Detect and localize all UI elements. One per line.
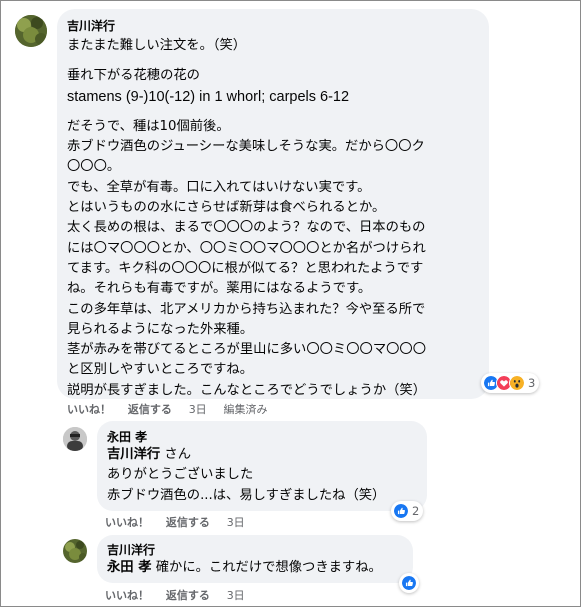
- reply-actions: いいね！ 返信する 3日: [105, 514, 258, 530]
- like-reaction-icon: [401, 575, 417, 591]
- reaction-summary[interactable]: 3: [481, 373, 540, 393]
- comment-text-line: 茎が赤みを帯びてるところが里山に多い〇〇ミ〇〇マ〇〇〇: [67, 342, 427, 358]
- comment-text-line: またまた難しい注文を。（笑）: [67, 38, 247, 53]
- mention-link[interactable]: 吉川洋行: [107, 447, 160, 462]
- comment-thread: 吉川洋行 またまた難しい注文を。（笑） 垂れ下がる花穂の花の stamens (…: [0, 0, 581, 607]
- comment-text-line: stamens (9-)10(-12) in 1 whorl; carpels …: [67, 88, 350, 105]
- avatar-image: [63, 539, 87, 563]
- reply-link[interactable]: 返信する: [166, 589, 210, 602]
- comment-text-line: と区別しやすいところですね。: [67, 362, 254, 378]
- timestamp[interactable]: 3日: [227, 516, 245, 529]
- reply-author[interactable]: 吉川洋行: [107, 542, 403, 558]
- like-link[interactable]: いいね！: [105, 516, 149, 529]
- reply-link[interactable]: 返信する: [128, 403, 172, 416]
- timestamp[interactable]: 3日: [227, 589, 245, 602]
- edited-label: 編集済み: [223, 403, 268, 416]
- reply-bubble: 永田 孝 吉川洋行 さん ありがとうございました 赤ブドウ酒色の...は、易しす…: [97, 421, 427, 511]
- avatar[interactable]: [63, 427, 87, 451]
- reply-bubble: 吉川洋行 永田 孝 確かに。これだけで想像つきますね。: [97, 535, 413, 583]
- mention-suffix: さん: [160, 447, 192, 462]
- reply-text-line: 永田 孝 確かに。これだけで想像つきますね。: [107, 558, 403, 578]
- comment-text-line: には〇マ〇〇〇とか、〇〇ミ〇〇マ〇〇〇とか名がつけられ: [67, 240, 426, 256]
- comment-author[interactable]: 吉川洋行: [67, 18, 477, 34]
- reaction-summary[interactable]: 2: [391, 501, 424, 521]
- comment-text-line: てます。キク科の〇〇〇に根が似てる？と思われたようです: [67, 260, 424, 276]
- reply-actions: いいね！ 返信する 3日: [105, 587, 258, 603]
- avatar[interactable]: [15, 15, 47, 47]
- comment-text-line: 見られるようになった外来種。: [67, 321, 254, 337]
- mention-link[interactable]: 永田 孝: [107, 560, 152, 575]
- reply-text-line: 吉川洋行 さん: [107, 445, 417, 465]
- reaction-count: 2: [412, 504, 420, 518]
- like-link[interactable]: いいね！: [105, 589, 149, 602]
- reaction-count: 3: [528, 376, 536, 390]
- reply-text: 確かに。これだけで想像つきますね。: [151, 560, 382, 575]
- comment-text-line: でも、全草が有毒。口に入れてはいけない実です。: [67, 179, 371, 195]
- reply-link[interactable]: 返信する: [166, 516, 210, 529]
- avatar[interactable]: [63, 539, 87, 563]
- comment-text-line: 赤ブドウ酒色のジューシーな美味しそうな実。だから〇〇ク: [67, 139, 425, 155]
- avatar-image: [63, 427, 87, 451]
- comment-text-line: 〇〇〇。: [67, 159, 121, 175]
- comment-text-line: この多年草は、北アメリカから持ち込まれた？今や至る所で: [67, 301, 426, 317]
- reaction-summary[interactable]: [399, 573, 419, 593]
- like-link[interactable]: いいね！: [67, 403, 111, 416]
- comment-text-line: ね。それらも有毒ですが。薬用にはなるようです。: [67, 281, 372, 297]
- avatar-image: [15, 15, 47, 47]
- comment-text-line: 説明が長すぎました。こんなところでどうでしょうか（笑）: [67, 382, 427, 398]
- wow-reaction-icon: [509, 375, 525, 391]
- comment-text-line: 垂れ下がる花穂の花の: [67, 68, 200, 84]
- timestamp[interactable]: 3日: [189, 403, 207, 416]
- comment-actions: いいね！ 返信する 3日 編集済み: [67, 401, 281, 417]
- reply-text-line: 赤ブドウ酒色の...は、易しすぎましたね（笑）: [107, 487, 386, 503]
- reply-text-line: ありがとうございました: [107, 467, 254, 483]
- comment-bubble: 吉川洋行 またまた難しい注文を。（笑） 垂れ下がる花穂の花の stamens (…: [57, 9, 489, 399]
- like-reaction-icon: [393, 503, 409, 519]
- comment-text-line: だそうで、種は10個前後。: [67, 118, 230, 134]
- comment-text-line: 太く長めの根は、まるで〇〇〇のよう？なので、日本のもの: [67, 220, 426, 236]
- reply-author[interactable]: 永田 孝: [107, 429, 417, 445]
- comment-text-line: とはいうものの水にさらせば新芽は食べられるとか。: [67, 200, 386, 216]
